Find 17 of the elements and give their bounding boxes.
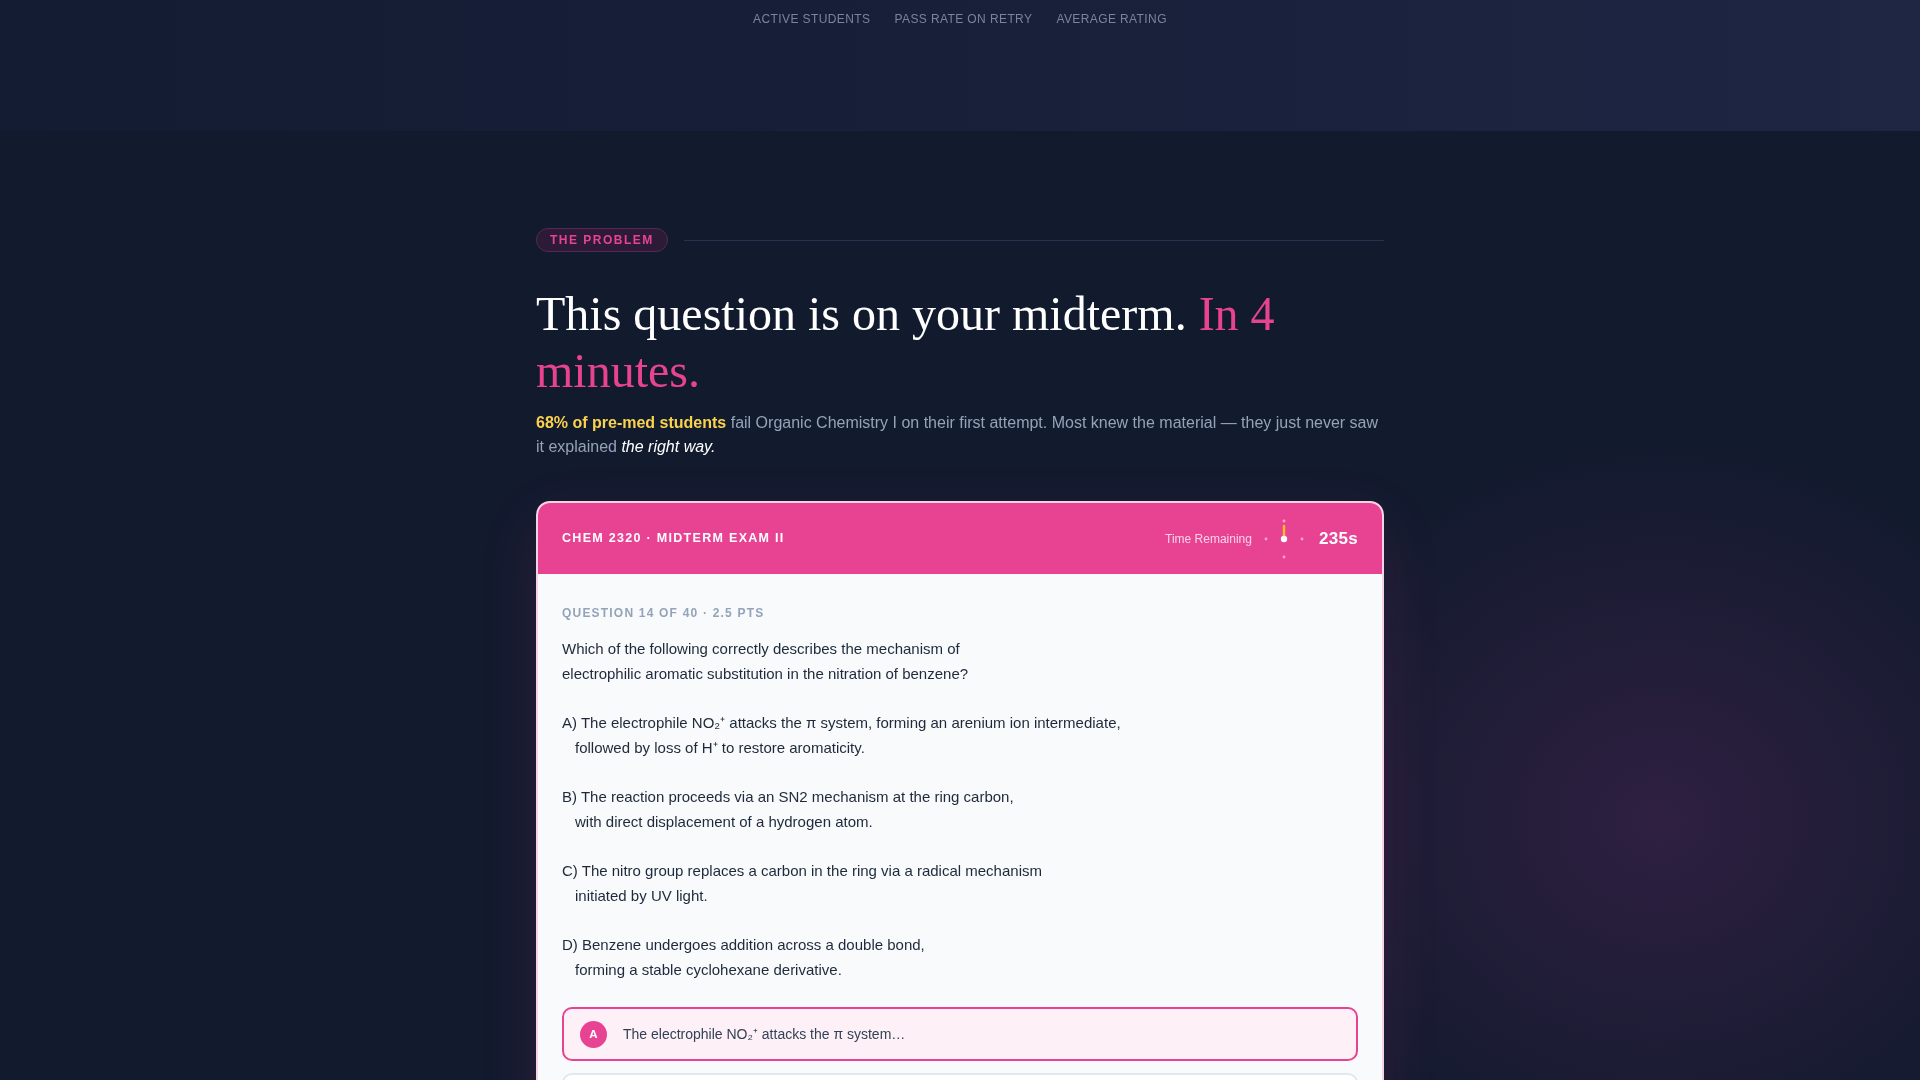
answer-choice-text: C) The nitro group replaces a carbon in the ring via a radical mechanism initiated by UV light. <box>562 861 1043 906</box>
headline: This question is on your midterm. In 4 minutes. <box>536 286 1276 399</box>
question-meta: QUESTION 14 OF 40 · 2.5 PTS <box>562 605 766 622</box>
stopwatch-icon <box>1263 518 1304 559</box>
question-text: Which of the following correctly describes the mechanism of electrophilic aromatic substitution in the nitration of benzene? <box>562 639 970 684</box>
lead-paragraph: 68% of pre-med students fail Organic Chemistry I on their first attempt. Most knew the material — they just never saw it explained the right way. <box>536 413 1380 457</box>
stat-label: AVERAGE RATING <box>1056 12 1167 26</box>
stat-label: ACTIVE STUDENTS <box>753 12 871 26</box>
stat-label: PASS RATE ON RETRY <box>894 12 1033 26</box>
section-tag: THE PROBLEM <box>536 228 668 252</box>
answer-choice-text: A) The electrophile NO₂⁺ attacks the π system, forming an arenium ion intermediate, followed by loss of H⁺ to restore aromaticity. <box>562 713 1122 758</box>
answer-choice-text: D) Benzene undergoes addition across a double bond, forming a stable cyclohexane derivative. <box>562 935 926 981</box>
answer-choice-text: B) The reaction proceeds via an SN2 mechanism at the ring carbon, with direct displacement of a hydrogen atom. <box>562 787 1015 832</box>
answer-option[interactable]: A The electrophile NO₂⁺ attacks the π system… <box>562 1007 1358 1062</box>
timer-value: 235s <box>1318 527 1358 550</box>
exam-title: CHEM 2320 · MIDTERM EXAM II <box>562 530 785 548</box>
timer-label: Time Remaining <box>1165 530 1252 548</box>
